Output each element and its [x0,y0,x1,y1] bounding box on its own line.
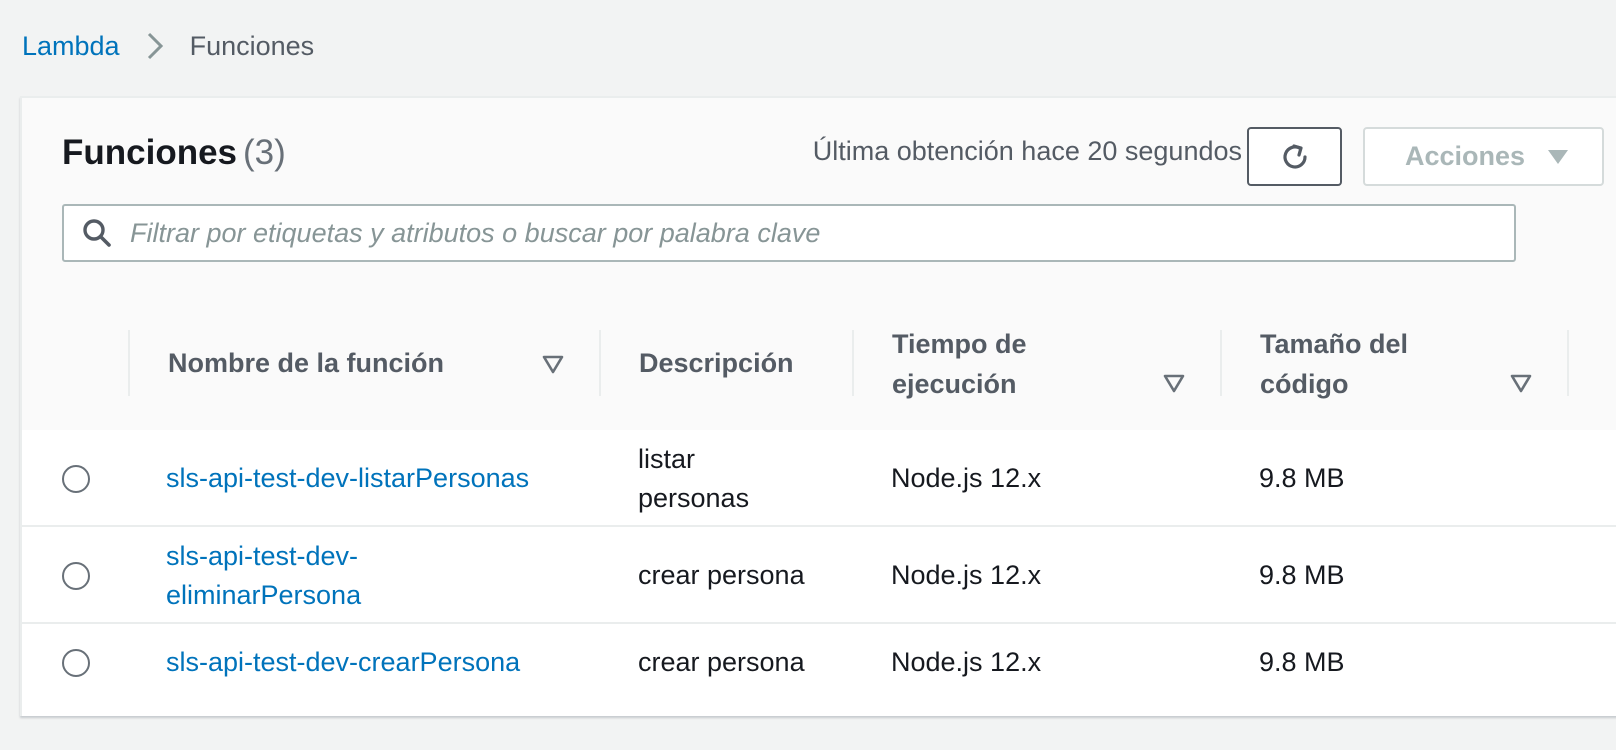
column-divider [128,330,130,396]
sort-caret-icon[interactable] [1510,372,1532,394]
function-name-link[interactable]: sls-api-test-dev-crearPersona [166,643,520,682]
function-name-link[interactable]: sls-api-test-dev- eliminarPersona [166,537,361,615]
column-header-runtime-line1: Tiempo de [892,329,1027,359]
table-row[interactable]: sls-api-test-dev-crearPersona crear pers… [22,624,1616,702]
caret-down-icon [1547,149,1569,165]
column-header-description[interactable]: Descripción [639,343,794,383]
function-code-size: 9.8 MB [1259,560,1345,590]
row-select-radio[interactable] [62,649,90,677]
function-code-size: 9.8 MB [1259,647,1345,677]
column-header-size-line1: Tamaño del [1260,329,1409,359]
function-runtime: Node.js 12.x [891,560,1042,590]
sort-caret-icon[interactable] [542,353,564,375]
breadcrumb-current: Funciones [189,30,315,61]
functions-panel: Funciones (3) Última obtención hace 20 se… [20,96,1616,716]
column-header-runtime[interactable]: Tiempo de ejecución [892,324,1027,404]
breadcrumb-lambda-link[interactable]: Lambda [22,31,120,62]
actions-label: Acciones [1405,141,1526,171]
function-name-link[interactable]: sls-api-test-dev-listarPersonas [166,459,529,498]
column-divider [852,330,854,396]
description-line: listar [638,444,696,474]
actions-dropdown-button[interactable]: Acciones [1363,127,1604,186]
function-description: listar personas [638,440,749,518]
last-fetch-status: Última obtención hace 20 segundos [812,136,1242,166]
chevron-right-icon [120,28,190,64]
function-description: crear persona [638,647,805,677]
refresh-icon [1278,140,1312,174]
column-divider [1220,330,1222,396]
panel-header: Funciones (3) Última obtención hace 20 se… [22,98,1616,298]
row-select-radio[interactable] [62,562,90,590]
description-line: personas [638,483,750,513]
search-input[interactable] [130,206,1514,260]
column-header-runtime-line2: ejecución [892,369,1017,399]
refresh-button[interactable] [1247,127,1342,186]
search-icon [64,218,130,248]
column-header-code-size[interactable]: Tamaño del código [1260,324,1408,404]
function-name-line: sls-api-test-dev- [166,541,359,571]
function-description: crear persona [638,560,805,590]
row-select-radio[interactable] [62,465,90,493]
sort-caret-icon[interactable] [1163,372,1185,394]
search-box [62,204,1516,262]
function-runtime: Node.js 12.x [891,647,1042,677]
function-count: (3) [243,133,286,172]
table-header: Nombre de la función Descripción Tiempo … [22,296,1616,432]
column-header-name[interactable]: Nombre de la función [168,343,444,383]
breadcrumb: Lambda Funciones [22,28,314,64]
column-divider [1567,330,1569,396]
table-row[interactable]: sls-api-test-dev- eliminarPersona crear … [22,527,1616,624]
column-header-size-line2: código [1260,369,1349,399]
function-runtime: Node.js 12.x [891,463,1042,493]
column-divider [599,330,601,396]
function-code-size: 9.8 MB [1259,463,1345,493]
function-name-line: eliminarPersona [166,580,362,610]
page-title: Funciones (3) [62,133,286,173]
page-title-text: Funciones [62,133,238,172]
table-row[interactable]: sls-api-test-dev-listarPersonas listar p… [22,430,1616,527]
